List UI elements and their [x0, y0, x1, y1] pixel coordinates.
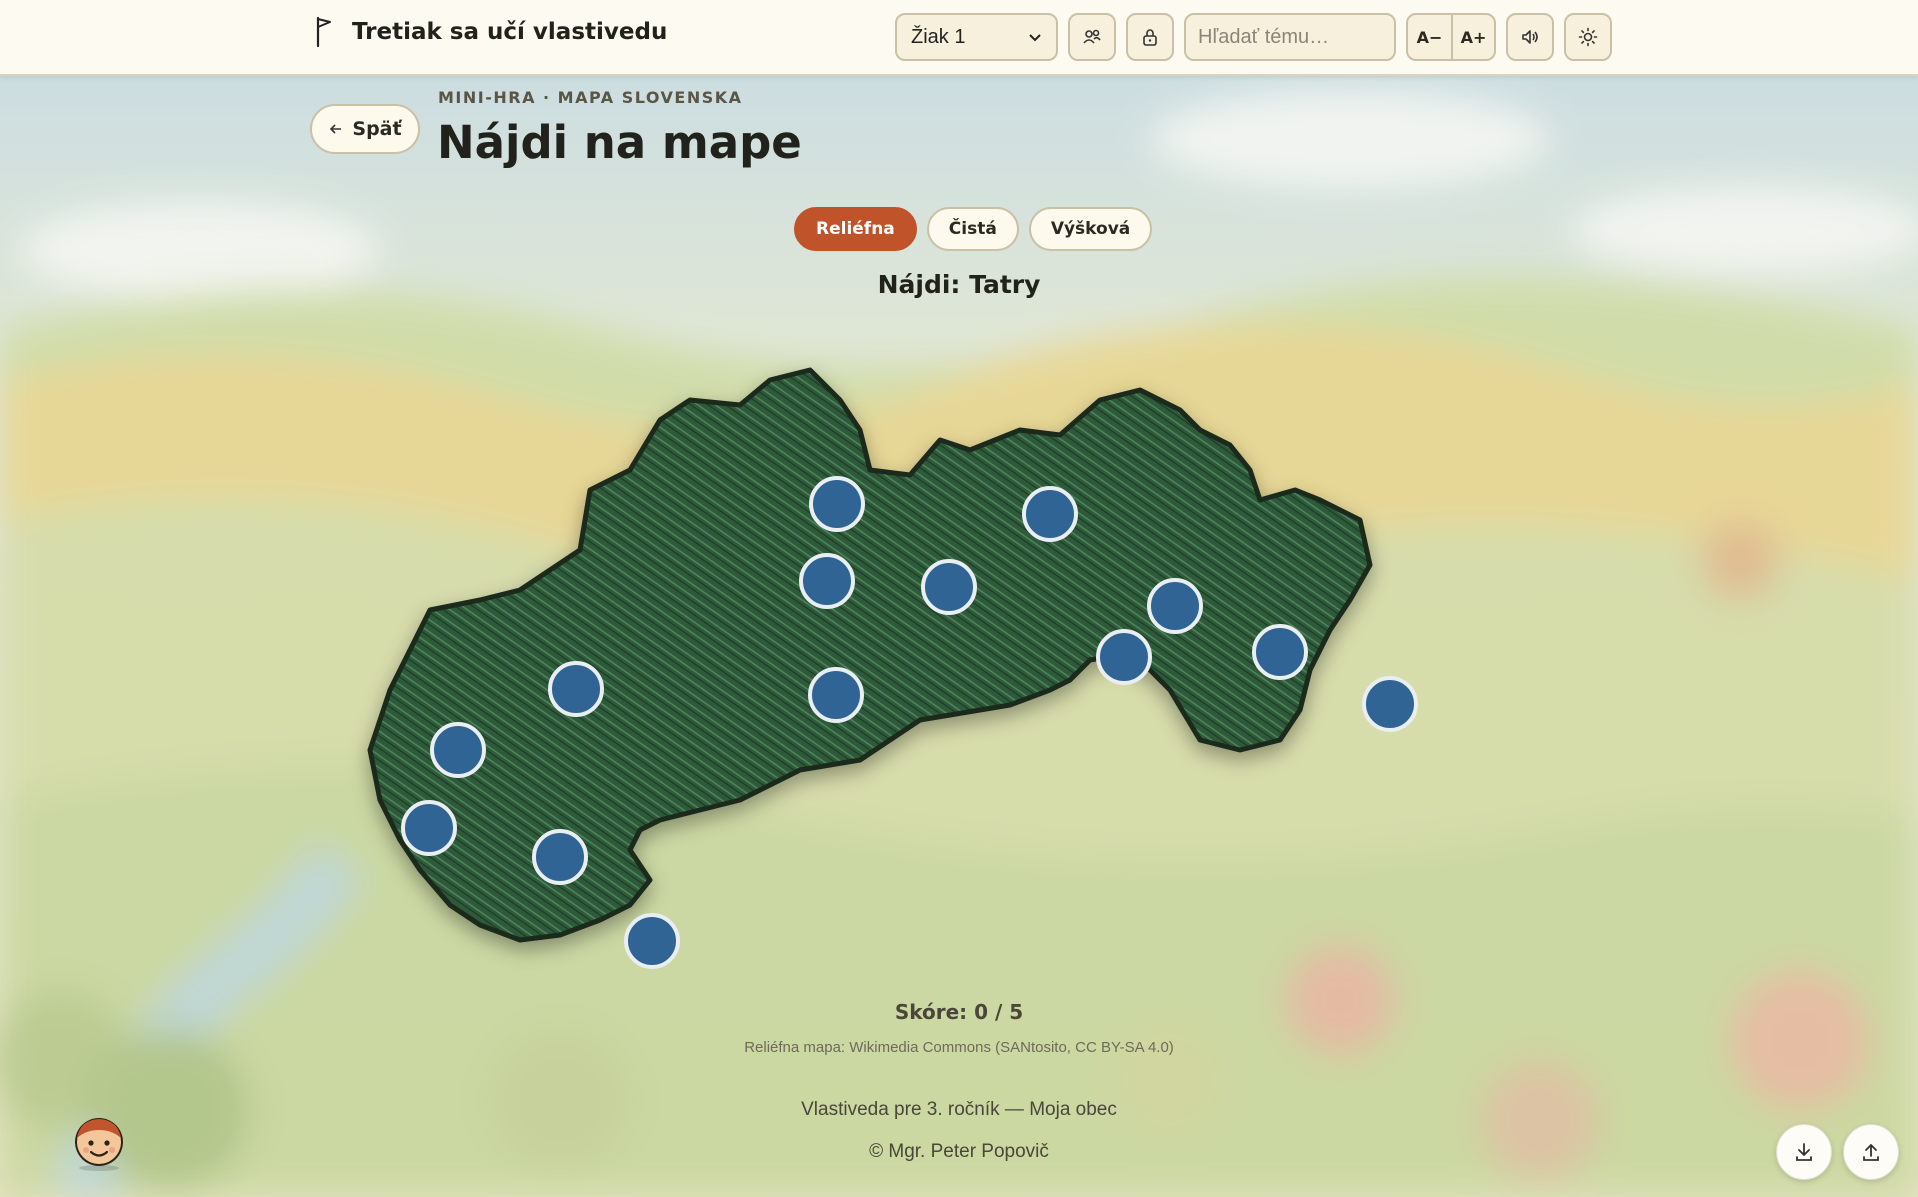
map-marker[interactable] — [532, 829, 588, 885]
student-select[interactable]: Žiak 1 — [895, 13, 1058, 61]
theme-button[interactable] — [1564, 13, 1612, 61]
back-button[interactable]: Späť — [310, 104, 420, 154]
slovakia-outline — [367, 367, 1373, 943]
student-select-value: Žiak 1 — [911, 25, 966, 48]
map-marker[interactable] — [1147, 578, 1203, 634]
sun-icon — [1578, 27, 1598, 47]
arrow-left-icon — [330, 124, 342, 134]
tab-vyskova[interactable]: Výšková — [1028, 207, 1153, 251]
map-marker[interactable] — [809, 476, 865, 532]
app-title: Tretiak sa učí vlastivedu — [352, 19, 668, 45]
find-prompt: Nájdi: Tatry — [877, 270, 1041, 299]
toolbar-controls: Žiak 1 A− A+ — [895, 13, 1612, 61]
map-type-tabs: Reliéfna Čistá Výšková — [794, 207, 1153, 251]
font-smaller-button[interactable]: A− — [1408, 15, 1451, 59]
users-icon — [1083, 29, 1101, 44]
slovakia-relief-map — [360, 360, 1560, 980]
map-marker[interactable] — [1096, 629, 1152, 685]
map-marker[interactable] — [1362, 676, 1418, 732]
map-marker[interactable] — [1252, 624, 1308, 680]
footer-course: Vlastiveda pre 3. ročník — Moja obec — [801, 1099, 1117, 1120]
map-marker[interactable] — [808, 667, 864, 723]
map-marker[interactable] — [1022, 486, 1078, 542]
flag-icon — [316, 16, 331, 48]
tab-reliefna[interactable]: Reliéfna — [794, 207, 917, 251]
page-title: Nájdi na mape — [437, 116, 802, 169]
map-marker[interactable] — [799, 553, 855, 609]
map-attribution: Reliéfna mapa: Wikimedia Commons (SANtos… — [744, 1039, 1174, 1056]
brand: Tretiak sa učí vlastivedu — [314, 16, 667, 48]
back-label: Späť — [352, 118, 402, 140]
upload-button[interactable] — [1843, 1124, 1899, 1180]
sound-icon — [1522, 30, 1538, 44]
search-input[interactable] — [1184, 13, 1396, 61]
sound-button[interactable] — [1506, 13, 1554, 61]
font-larger-button[interactable]: A+ — [1451, 15, 1494, 59]
map-marker[interactable] — [401, 800, 457, 856]
download-button[interactable] — [1776, 1124, 1832, 1180]
mascot-avatar[interactable] — [72, 1112, 126, 1172]
top-bar: Tretiak sa učí vlastivedu Žiak 1 A− A — [0, 0, 1918, 76]
lock-button[interactable] — [1126, 13, 1174, 61]
chevron-down-icon — [1029, 34, 1041, 42]
font-size-group: A− A+ — [1406, 13, 1496, 61]
map-marker[interactable] — [624, 913, 680, 969]
lock-icon — [1143, 29, 1157, 46]
eyebrow: MINI-HRA · MAPA SLOVENSKA — [438, 88, 743, 107]
map-marker[interactable] — [548, 661, 604, 717]
score: Skóre: 0 / 5 — [894, 1000, 1024, 1024]
users-button[interactable] — [1068, 13, 1116, 61]
download-icon — [1796, 1143, 1812, 1161]
footer-copyright: © Mgr. Peter Popovič — [869, 1141, 1049, 1162]
map-marker[interactable] — [430, 722, 486, 778]
tab-cista[interactable]: Čistá — [926, 207, 1019, 251]
map-marker[interactable] — [921, 559, 977, 615]
upload-icon — [1863, 1144, 1879, 1161]
